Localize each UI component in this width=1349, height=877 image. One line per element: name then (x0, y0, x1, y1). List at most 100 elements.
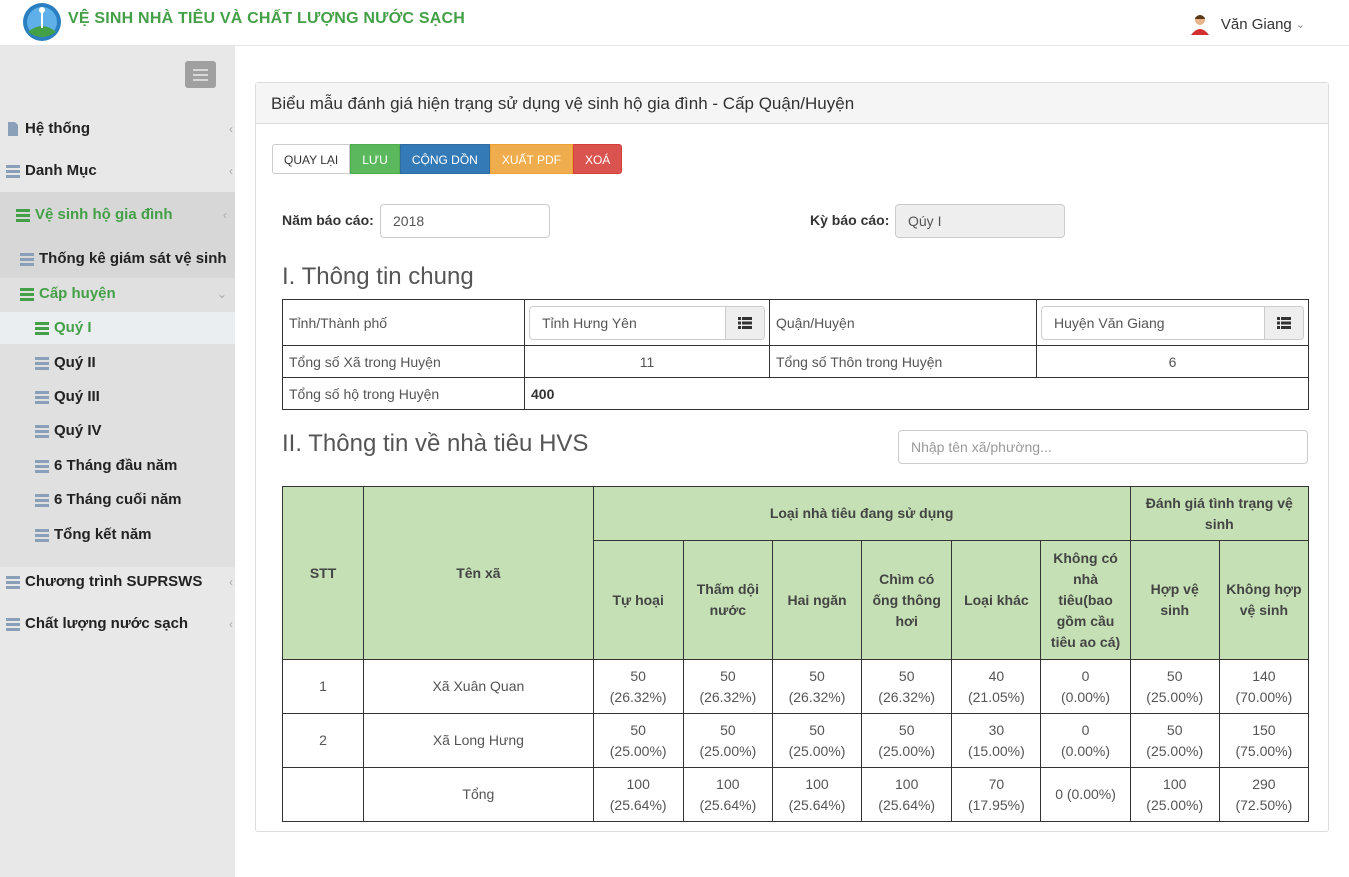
sidebar-item-label: Chất lượng nước sạch (25, 615, 189, 632)
province-label: Tỉnh/Thành phố (282, 299, 525, 346)
col-header: Không hợp vệ sinh (1218, 540, 1310, 660)
cell-value: 0 (0.00%) (1055, 786, 1116, 802)
sidebar: Hệ thống ‹ Danh Mục ‹ Vệ sinh hộ gia đình ‹… (0, 46, 235, 877)
communes-value: 11 (524, 345, 770, 378)
cell-value: 0 (1081, 667, 1090, 684)
col-header: Không có nhà tiêu(bao gồm cầu tiêu ao cá… (1040, 540, 1131, 660)
chevron-left-icon: ‹ (229, 163, 233, 178)
panel-title: Biểu mẫu đánh giá hiện trạng sử dụng vệ … (256, 83, 1328, 124)
sidebar-item-label: Danh Mục (25, 162, 97, 179)
list-icon (35, 424, 49, 438)
cell: 50 (26.32%) (861, 659, 953, 714)
cell: 0 (0.00%) (1040, 767, 1131, 822)
cell-value: 50 (630, 721, 646, 738)
cell: 50 (25.00%) (592, 713, 684, 768)
sidebar-item-he-thong[interactable]: Hệ thống ‹ (6, 120, 241, 137)
sidebar-item-quy-4[interactable]: Quý IV (35, 422, 235, 439)
delete-button[interactable]: XOÁ (572, 144, 623, 174)
cell: 50 (26.32%) (592, 659, 684, 714)
cell: 100 (25.64%) (592, 767, 684, 822)
back-button[interactable]: QUAY LẠI (272, 144, 351, 174)
table-total-row: Tổng 100 (25.64%) 100 (25.64%) 100 (25.64%)… (281, 767, 1310, 822)
cell-value: 290 (1252, 775, 1276, 792)
sidebar-item-ve-sinh-ho-gia-dinh[interactable]: Vệ sinh hộ gia đình ‹ (16, 206, 235, 223)
cell-value: 50 (809, 667, 825, 684)
row-name: Xã Long Hưng (363, 713, 594, 768)
cell-value: 40 (988, 667, 1005, 684)
col-header: Chìm có ống thông hơi (861, 540, 953, 660)
cell-value: (26.32%) (609, 688, 667, 705)
save-button[interactable]: LƯU (350, 144, 400, 174)
commune-search-input[interactable]: Nhập tên xã/phường... (898, 430, 1308, 464)
sidebar-item-6-thang-cuoi[interactable]: 6 Tháng cuối năm (35, 491, 235, 508)
cell-value: (26.32%) (699, 688, 757, 705)
cell-value: 140 (1252, 667, 1276, 684)
sidebar-item-tong-ket-nam[interactable]: Tổng kết năm (35, 526, 235, 543)
cell: 40 (21.05%) (951, 659, 1042, 714)
sidebar-item-label: Thống kê giám sát vệ sinh (39, 250, 227, 267)
col-header: Hai ngăn (771, 540, 863, 660)
cell-value: (17.95%) (967, 796, 1025, 813)
cell: 50 (26.32%) (682, 659, 773, 714)
cell-value: 100 (1163, 775, 1187, 792)
households-label: Tổng số hộ trong Huyện (282, 377, 525, 410)
cell-value: (72.50%) (1235, 796, 1293, 813)
cell-value: (25.64%) (878, 796, 936, 813)
period-input: Qúy I (895, 204, 1065, 238)
toilet-data-table: STT Tên xã Loại nhà tiêu đang sử dụng Đá… (281, 486, 1310, 822)
year-input[interactable]: 2018 (380, 204, 550, 238)
cell-value: 30 (988, 721, 1005, 738)
cell-value: (26.32%) (788, 688, 846, 705)
sidebar-item-quy-2[interactable]: Quý II (35, 354, 235, 371)
row-name: Xã Xuân Quan (363, 659, 594, 714)
cell-value: (25.64%) (609, 796, 667, 813)
cell-value: (21.05%) (967, 688, 1025, 705)
section-1-title: I. Thông tin chung (282, 263, 474, 290)
list-icon[interactable] (1264, 306, 1303, 339)
sidebar-item-thong-ke[interactable]: Thống kê giám sát vệ sinh (20, 250, 235, 267)
row-stt (281, 767, 365, 822)
list-icon (6, 617, 20, 631)
chevron-left-icon: ‹ (229, 574, 233, 589)
cell-value: 50 (898, 667, 915, 684)
server-icon (16, 208, 30, 222)
cell: 50 (25.00%) (771, 713, 863, 768)
cell-value: (25.64%) (699, 796, 757, 813)
sum-button[interactable]: CỘNG DỒN (399, 144, 490, 174)
sidebar-item-suprsws[interactable]: Chương trình SUPRSWS ‹ (6, 573, 241, 590)
cell: 100 (25.64%) (682, 767, 773, 822)
sidebar-item-cap-huyen[interactable]: Cấp huyện ⌄ (20, 285, 235, 302)
period-label: Kỳ báo cáo: (810, 212, 890, 228)
cell: 70 (17.95%) (951, 767, 1042, 822)
province-select[interactable]: Tỉnh Hưng Yên (529, 305, 765, 340)
server-icon (20, 287, 34, 301)
cell-value: (25.00%) (878, 742, 936, 759)
district-select[interactable]: Huyện Văn Giang (1041, 305, 1304, 340)
sidebar-item-quy-3[interactable]: Quý III (35, 388, 235, 405)
list-icon[interactable] (725, 306, 764, 339)
col-header: Loại khác (951, 540, 1042, 660)
cell-value: (15.00%) (967, 742, 1025, 759)
cell-value: 50 (720, 667, 736, 684)
sidebar-item-danh-muc[interactable]: Danh Mục ‹ (6, 162, 241, 179)
sidebar-item-label: 6 Tháng đầu năm (54, 457, 178, 474)
sidebar-item-6-thang-dau[interactable]: 6 Tháng đầu năm (35, 457, 235, 474)
sidebar-item-chat-luong-nuoc[interactable]: Chất lượng nước sạch ‹ (6, 615, 241, 632)
list-icon (20, 252, 34, 266)
sidebar-toggle-button[interactable] (185, 61, 216, 88)
list-icon (35, 528, 49, 542)
cell: 0 (0.00%) (1040, 713, 1131, 768)
sidebar-item-quy-1[interactable]: Quý I (35, 319, 235, 336)
app-title: VỆ SINH NHÀ TIÊU VÀ CHẤT LƯỢNG NƯỚC SẠCH (68, 10, 465, 27)
export-pdf-button[interactable]: XUẤT PDF (489, 144, 573, 174)
user-menu[interactable]: Văn Giang ⌄ (1189, 13, 1305, 35)
cell: 100 (25.00%) (1129, 767, 1220, 822)
sidebar-item-label: Quý IV (54, 422, 102, 439)
cell-value: 0 (1081, 721, 1090, 738)
col-name-header: Tên xã (363, 486, 594, 660)
cell: 100 (25.64%) (861, 767, 953, 822)
sidebar-item-label: Cấp huyện (39, 285, 116, 302)
cell-value: (70.00%) (1235, 688, 1293, 705)
general-info-table: Tỉnh/Thành phố Tỉnh Hưng Yên Quận/Huyện … (282, 299, 1309, 410)
sidebar-item-label: 6 Tháng cuối năm (54, 491, 182, 508)
